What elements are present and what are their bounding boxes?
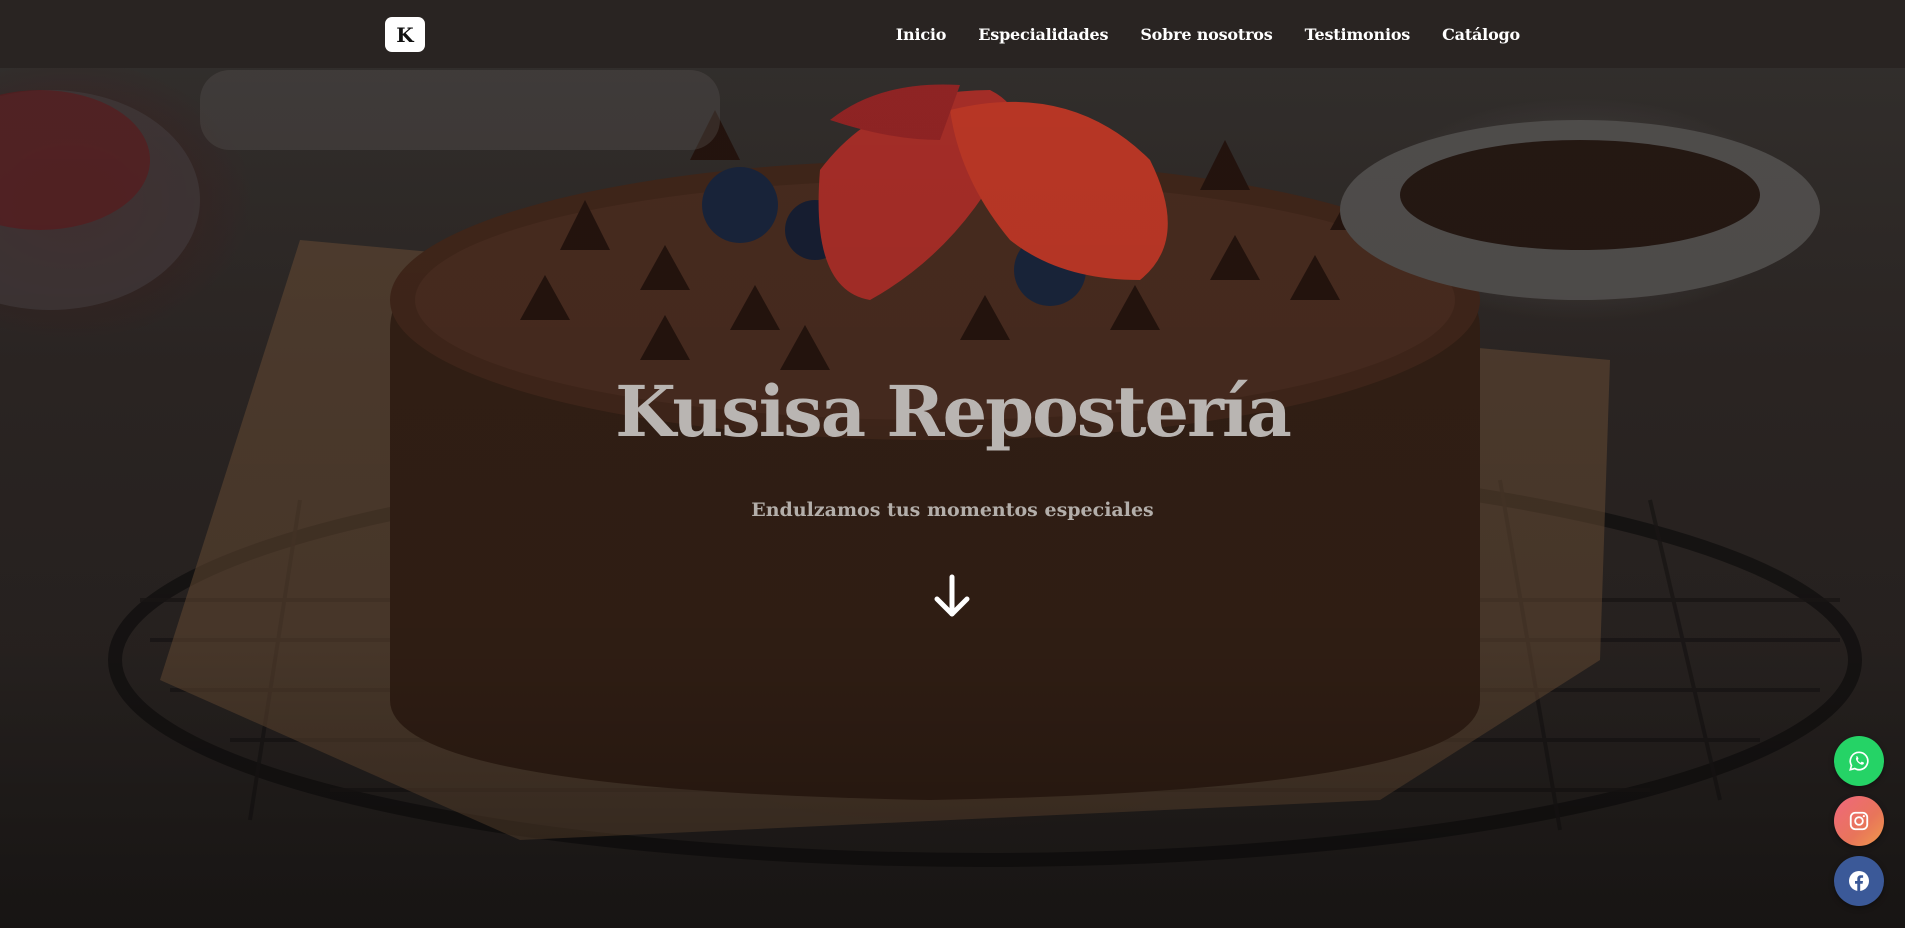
nav-item-testimonios[interactable]: Testimonios: [1305, 25, 1411, 44]
arrow-down-icon[interactable]: [932, 574, 972, 620]
hero-subtitle: Endulzamos tus momentos especiales: [751, 499, 1154, 521]
logo-letter: K: [396, 22, 414, 47]
nav-item-inicio[interactable]: Inicio: [896, 25, 947, 44]
hero-background: [0, 0, 1905, 928]
whatsapp-button[interactable]: [1834, 736, 1884, 786]
whatsapp-icon: [1849, 751, 1869, 771]
navbar: K Inicio Especialidades Sobre nosotros T…: [0, 0, 1905, 68]
instagram-button[interactable]: [1834, 796, 1884, 846]
facebook-button[interactable]: [1834, 856, 1884, 906]
instagram-icon: [1849, 811, 1869, 831]
nav-links: Inicio Especialidades Sobre nosotros Tes…: [896, 0, 1520, 68]
hero-title: Kusisa Repostería: [615, 370, 1292, 453]
hero-overlay: [0, 0, 1905, 928]
nav-item-sobre-nosotros[interactable]: Sobre nosotros: [1140, 25, 1272, 44]
facebook-icon: [1849, 871, 1869, 891]
nav-item-catalogo[interactable]: Catálogo: [1442, 25, 1520, 44]
nav-item-especialidades[interactable]: Especialidades: [978, 25, 1108, 44]
logo[interactable]: K: [385, 17, 425, 52]
